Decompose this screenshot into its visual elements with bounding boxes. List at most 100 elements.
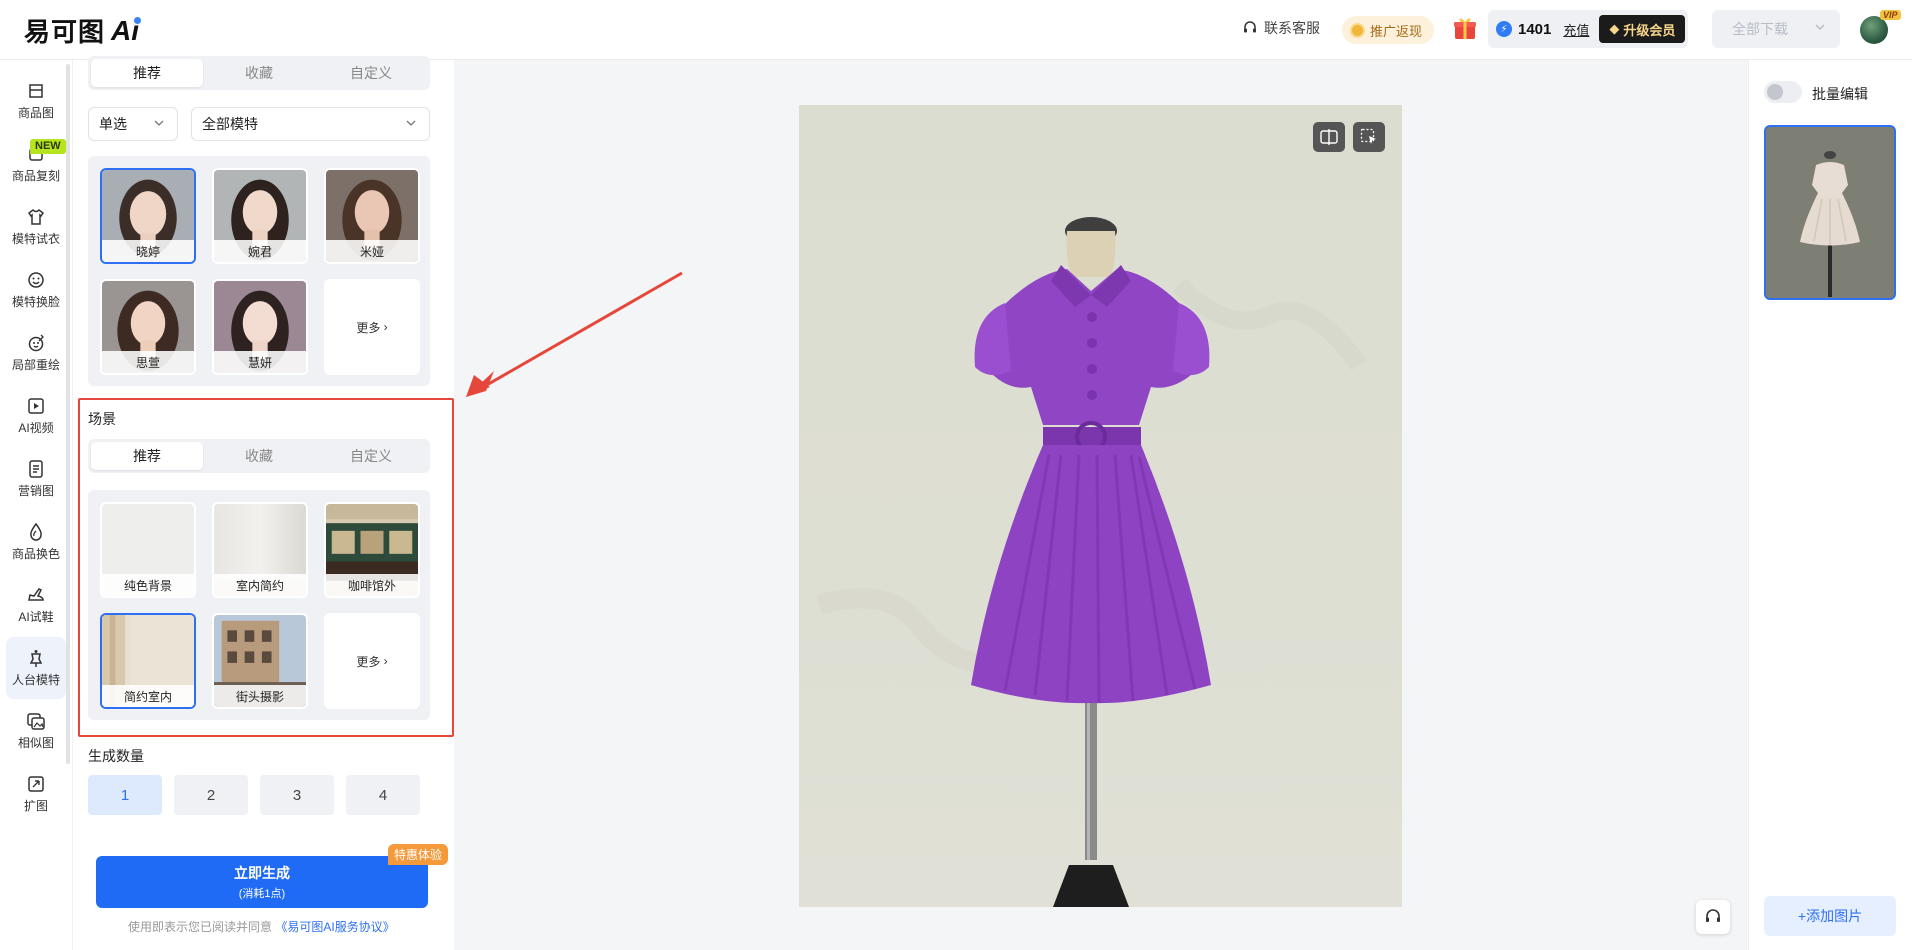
add-image-button[interactable]: +添加图片 bbox=[1764, 896, 1896, 936]
upgrade-member-button[interactable]: ◆ 升级会员 bbox=[1599, 15, 1686, 43]
count-option-3[interactable]: 3 bbox=[260, 775, 334, 815]
select-region-button[interactable] bbox=[1353, 122, 1385, 152]
more-models-button[interactable]: 更多 › bbox=[324, 279, 420, 375]
contact-service-button[interactable]: 联系客服 bbox=[1242, 18, 1320, 38]
nav-item-label: 局部重绘 bbox=[11, 358, 60, 372]
chevron-down-icon bbox=[1815, 24, 1825, 31]
mannequin-icon bbox=[29, 650, 43, 667]
model-filter-value: 全部模特 bbox=[202, 116, 258, 132]
nav-item-label: 营销图 bbox=[17, 484, 54, 498]
expand-image-icon bbox=[28, 776, 44, 792]
cursor-select-icon bbox=[1360, 128, 1376, 144]
brand-ai-mark: Ai bbox=[111, 14, 142, 46]
user-avatar[interactable] bbox=[1860, 16, 1888, 44]
scene-card[interactable]: 简约室内 bbox=[100, 613, 196, 709]
model-tabs: 推荐 收藏 自定义 bbox=[88, 56, 430, 90]
service-agreement-link[interactable]: 《易可图AI服务协议》 bbox=[275, 920, 394, 934]
count-section-title: 生成数量 bbox=[88, 748, 144, 764]
nav-item[interactable]: 模特换脸 bbox=[6, 259, 66, 321]
scene-card[interactable]: 室内简约 bbox=[212, 502, 308, 598]
scene-grid: 纯色背景 室内简约 咖啡馆外 简约室内 街头摄影 更多 › bbox=[88, 490, 430, 720]
generate-button[interactable]: 立即生成 (消耗1点) bbox=[96, 856, 428, 908]
count-option-1[interactable]: 1 bbox=[88, 775, 162, 815]
tab-model-recommend[interactable]: 推荐 bbox=[91, 59, 203, 87]
model-card[interactable]: 思萱 bbox=[100, 279, 196, 375]
tab-scene-custom[interactable]: 自定义 bbox=[315, 442, 427, 470]
nav-item-label: AI试鞋 bbox=[18, 610, 54, 624]
tab-model-favorites[interactable]: 收藏 bbox=[203, 59, 315, 87]
chevron-down-icon bbox=[154, 120, 164, 126]
chevron-right-icon: › bbox=[380, 320, 388, 334]
scene-name: 咖啡馆外 bbox=[326, 574, 418, 596]
nav-item[interactable]: 模特试衣 bbox=[6, 196, 66, 258]
nav-item[interactable]: 扩图 bbox=[6, 763, 66, 825]
image-thumbnail[interactable] bbox=[1764, 125, 1896, 300]
chevron-right-icon: › bbox=[380, 654, 388, 668]
compare-view-button[interactable] bbox=[1313, 122, 1345, 152]
generate-cost: (消耗1点) bbox=[238, 888, 286, 900]
promo-cashback-button[interactable]: 推广返现 bbox=[1342, 16, 1435, 44]
nav-item-label: 扩图 bbox=[23, 799, 48, 813]
gift-icon[interactable] bbox=[1452, 15, 1478, 41]
download-all-dropdown[interactable]: 全部下载 bbox=[1712, 10, 1840, 48]
headset-icon bbox=[1706, 909, 1720, 922]
model-card[interactable]: 米娅 bbox=[324, 168, 420, 264]
new-badge: NEW bbox=[30, 139, 66, 154]
similar-image-icon bbox=[27, 713, 45, 730]
scene-card[interactable]: 纯色背景 bbox=[100, 502, 196, 598]
panel-scrollbar[interactable] bbox=[66, 64, 70, 764]
model-grid: 晓婷 婉君 米娅 思萱 慧妍 更多 › bbox=[88, 156, 430, 386]
scene-name: 街头摄影 bbox=[214, 685, 306, 707]
generated-image[interactable] bbox=[799, 105, 1402, 907]
nav-item[interactable]: 人台模特 bbox=[6, 637, 66, 699]
scene-name: 简约室内 bbox=[102, 685, 194, 707]
agreement-prefix: 使用即表示您已阅读并同意 bbox=[128, 920, 273, 934]
tab-model-custom[interactable]: 自定义 bbox=[315, 59, 427, 87]
image-bag-icon bbox=[29, 84, 43, 98]
nav-item[interactable]: AI试鞋 bbox=[6, 574, 66, 636]
scene-name: 室内简约 bbox=[214, 574, 306, 596]
scene-card[interactable]: 咖啡馆外 bbox=[324, 502, 420, 598]
batch-edit-label: 批量编辑 bbox=[1812, 86, 1868, 102]
nav-item[interactable]: 局部重绘 bbox=[6, 322, 66, 384]
model-card[interactable]: 晓婷 bbox=[100, 168, 196, 264]
scene-section-title: 场景 bbox=[88, 411, 116, 427]
batch-edit-toggle[interactable] bbox=[1764, 81, 1802, 103]
tab-scene-recommend[interactable]: 推荐 bbox=[91, 442, 203, 470]
tab-scene-favorites[interactable]: 收藏 bbox=[203, 442, 315, 470]
annotation-arrow bbox=[466, 271, 683, 397]
count-option-4[interactable]: 4 bbox=[346, 775, 420, 815]
model-name: 婉君 bbox=[214, 240, 306, 262]
toggle-knob bbox=[1767, 84, 1783, 100]
support-button[interactable] bbox=[1696, 900, 1730, 934]
nav-item-label: AI视频 bbox=[18, 421, 54, 435]
model-name: 慧妍 bbox=[214, 351, 306, 373]
nav-item[interactable]: AI视频 bbox=[6, 385, 66, 447]
count-option-2[interactable]: 2 bbox=[174, 775, 248, 815]
nav-item-label: 模特换脸 bbox=[11, 295, 60, 309]
nav-item[interactable]: 相似图 bbox=[6, 700, 66, 762]
dress-thumbnail bbox=[1766, 127, 1894, 298]
nav-item[interactable]: 营销图 bbox=[6, 448, 66, 510]
more-scenes-button[interactable]: 更多 › bbox=[324, 613, 420, 709]
special-offer-tag: 特惠体验 bbox=[388, 844, 449, 865]
nav-item-label: 相似图 bbox=[17, 736, 54, 750]
recharge-link[interactable]: 充值 bbox=[1563, 20, 1589, 39]
poster-icon bbox=[29, 460, 43, 478]
tshirt-icon bbox=[27, 209, 45, 225]
model-filter-select[interactable]: 全部模特 bbox=[191, 107, 430, 141]
scene-tabs: 推荐 收藏 自定义 bbox=[88, 439, 430, 473]
nav-item[interactable]: 商品换色 bbox=[6, 511, 66, 573]
model-card[interactable]: 婉君 bbox=[212, 168, 308, 264]
nav-item[interactable]: 商品图 bbox=[6, 70, 66, 132]
face-swap-icon bbox=[28, 272, 44, 288]
model-name: 思萱 bbox=[102, 351, 194, 373]
credit-panel: ⚡ 1401 充值 ◆ 升级会员 bbox=[1488, 10, 1688, 48]
mannequin-dress-photo bbox=[816, 217, 1367, 907]
scene-card[interactable]: 街头摄影 bbox=[212, 613, 308, 709]
color-drop-icon bbox=[30, 522, 42, 541]
nav-item-label: 模特试衣 bbox=[11, 232, 60, 246]
selection-mode-select[interactable]: 单选 bbox=[88, 107, 178, 141]
brand-logo[interactable]: 易可图 Ai bbox=[24, 12, 142, 49]
model-card[interactable]: 慧妍 bbox=[212, 279, 308, 375]
